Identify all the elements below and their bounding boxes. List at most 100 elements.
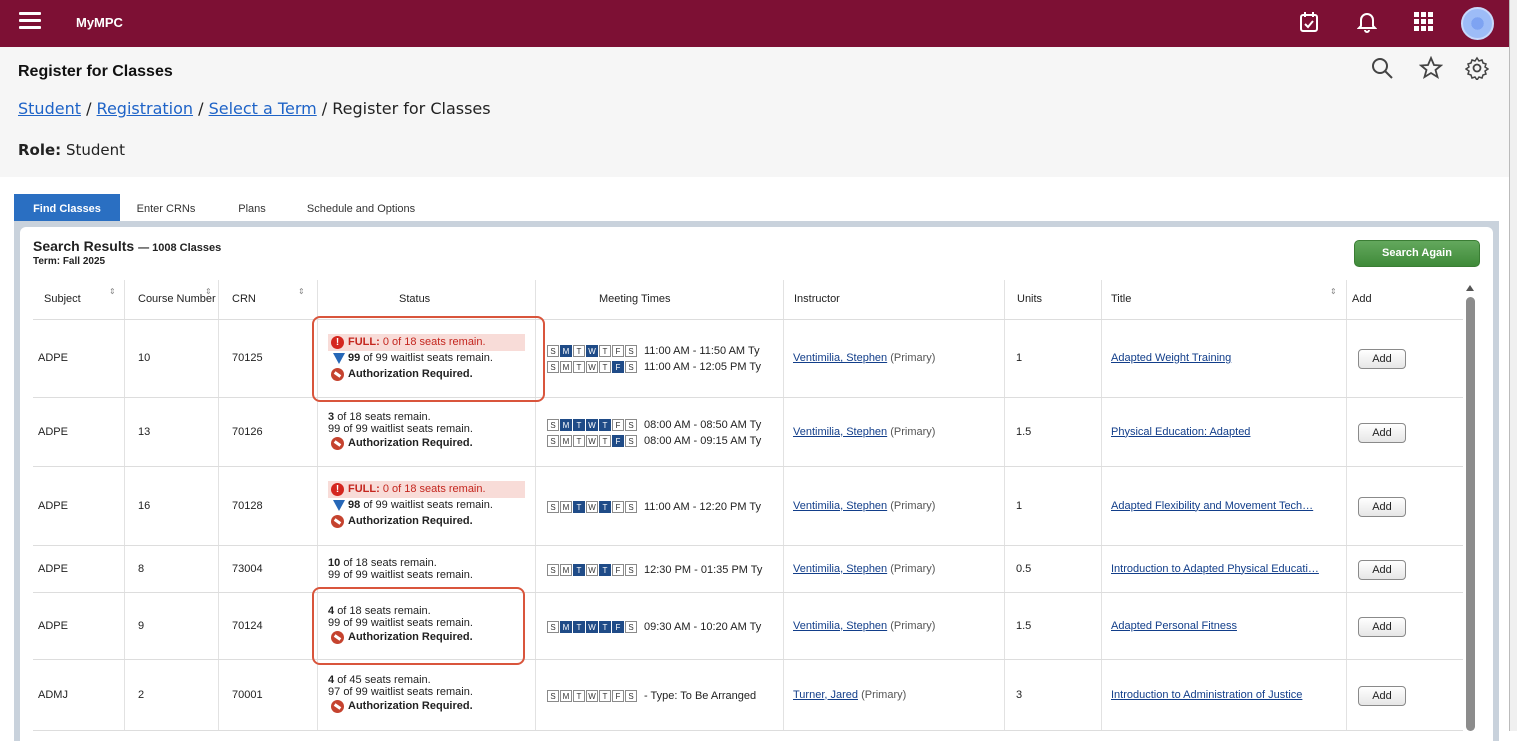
cell-subject: ADPE: [38, 562, 68, 575]
instructor-link[interactable]: Turner, Jared: [793, 689, 858, 701]
day-box: F: [612, 361, 624, 374]
course-title-link[interactable]: Adapted Personal Fitness: [1111, 620, 1237, 632]
day-box: S: [547, 434, 559, 447]
star-icon[interactable]: [1418, 55, 1444, 87]
breadcrumb-registration[interactable]: Registration: [97, 99, 193, 118]
instructor-role: (Primary): [890, 425, 936, 438]
column-header-status: Status: [399, 293, 431, 305]
day-box: W: [586, 563, 598, 576]
course-title-link[interactable]: Adapted Flexibility and Movement Tech…: [1111, 500, 1313, 512]
column-header-crn[interactable]: CRN: [232, 280, 256, 320]
sort-icon[interactable]: ⇕: [109, 287, 116, 296]
cell-title: Adapted Flexibility and Movement Tech…: [1111, 500, 1313, 512]
breadcrumb-select-term[interactable]: Select a Term: [209, 99, 317, 118]
sort-icon[interactable]: ⇕: [205, 287, 212, 296]
tab-enter-crns[interactable]: Enter CRNs: [126, 194, 206, 221]
cell-units: 0.5: [1016, 562, 1032, 575]
day-box: F: [612, 434, 624, 447]
instructor-link[interactable]: Ventimilia, Stephen: [793, 563, 887, 575]
cell-crn: 70126: [232, 425, 263, 438]
add-button[interactable]: Add: [1358, 685, 1406, 706]
waitlist-line: 99 of 99 waitlist seats remain.: [328, 423, 473, 435]
column-header-subject[interactable]: Subject: [44, 280, 81, 320]
day-box: W: [586, 345, 598, 358]
table-row: ADPE 9 70124 4 of 18 seats remain. 99 of 99 …: [33, 593, 1463, 660]
day-box: T: [599, 689, 611, 702]
instructor-link[interactable]: Ventimilia, Stephen: [793, 426, 887, 438]
bell-icon[interactable]: [1356, 11, 1378, 39]
add-button[interactable]: Add: [1358, 616, 1406, 637]
add-button[interactable]: Add: [1358, 496, 1406, 517]
waitlist-number: 99: [328, 568, 341, 581]
cell-status: 10 of 18 seats remain. 99 of 99 waitlist …: [328, 557, 473, 581]
instructor-link[interactable]: Ventimilia, Stephen: [793, 352, 887, 364]
meeting-line: S M T W T F S 12:30 PM - 01:35 PM Ty: [547, 562, 783, 578]
cell-meeting-times: S M T W T F S 08:00 AM - 08:50 AM Ty S M T W T F S 08:0…: [547, 417, 783, 449]
breadcrumb-current: Register for Classes: [332, 99, 491, 118]
table-header: Subject ⇕ Course Number ⇕ CRN ⇕ Status M…: [33, 280, 1463, 320]
instructor-role: (Primary): [861, 688, 907, 701]
role-label: Role:: [18, 141, 62, 159]
avatar[interactable]: [1461, 7, 1494, 40]
meeting-line: S M T W T F S 08:00 AM - 09:15 AM Ty: [547, 433, 783, 449]
table-row: ADMJ 2 70001 4 of 45 seats remain. 97 of 99 …: [33, 660, 1463, 731]
cell-instructor: Ventimilia, Stephen (Primary): [793, 426, 935, 438]
scrollbar-thumb[interactable]: [1466, 297, 1475, 731]
hamburger-menu-icon[interactable]: [19, 12, 41, 30]
app-brand[interactable]: MyMPC: [76, 15, 123, 30]
column-header-title[interactable]: Title: [1111, 280, 1131, 320]
gear-icon[interactable]: [1464, 56, 1490, 87]
cell-subject: ADPE: [38, 499, 68, 512]
cell-units: 1.5: [1016, 619, 1032, 632]
add-button[interactable]: Add: [1358, 349, 1406, 369]
calendar-check-icon[interactable]: [1299, 11, 1319, 39]
course-title-link[interactable]: Physical Education: Adapted: [1111, 426, 1250, 438]
column-header-course-number[interactable]: Course Number: [138, 280, 216, 320]
table-scrollbar[interactable]: [1466, 285, 1475, 731]
cell-title: Physical Education: Adapted: [1111, 426, 1250, 438]
tab-find-classes[interactable]: Find Classes: [14, 194, 120, 221]
waitlist-number: 99: [328, 423, 341, 435]
day-box: M: [560, 563, 572, 576]
instructor-link[interactable]: Ventimilia, Stephen: [793, 620, 887, 632]
sort-icon[interactable]: ⇕: [298, 287, 305, 296]
day-box: T: [599, 361, 611, 374]
breadcrumb-student[interactable]: Student: [18, 99, 81, 118]
course-title-link[interactable]: Introduction to Administration of Justic…: [1111, 689, 1302, 701]
day-box: F: [612, 620, 624, 633]
waitlist-funnel-icon: [333, 500, 345, 511]
cell-meeting-times: SMTWTFS- Type: To Be Arranged: [547, 688, 783, 704]
cell-units: 1.5: [1016, 425, 1032, 438]
search-icon[interactable]: [1370, 56, 1394, 87]
meeting-line: S M T W T F S 11:00 AM - 11:50 AM Ty: [547, 343, 783, 359]
apps-grid-icon[interactable]: [1413, 11, 1433, 37]
table-row: ADPE 13 70126 3 of 18 seats remain. 99 of 99…: [33, 398, 1463, 467]
meeting-line: SMTWTFS- Type: To Be Arranged: [547, 688, 783, 704]
tab-plans[interactable]: Plans: [228, 194, 276, 221]
search-results-title: Search Results — 1008 Classes: [33, 238, 221, 254]
meeting-time: 11:00 AM - 11:50 AM Ty: [644, 345, 760, 358]
cell-units: 3: [1016, 688, 1023, 701]
day-box: T: [599, 418, 611, 431]
instructor-link[interactable]: Ventimilia, Stephen: [793, 500, 887, 512]
scroll-up-arrow-icon[interactable]: [1466, 285, 1474, 291]
sort-icon[interactable]: ⇕: [1330, 287, 1337, 296]
cell-units: 1: [1016, 499, 1023, 512]
cell-course-number: 10: [138, 352, 151, 364]
day-pattern: SMTWTFS: [547, 688, 638, 704]
tab-schedule-options[interactable]: Schedule and Options: [294, 194, 428, 221]
day-box: S: [547, 418, 559, 431]
course-title-link[interactable]: Adapted Weight Training: [1111, 352, 1231, 364]
meeting-time: 11:00 AM - 12:05 PM Ty: [644, 361, 761, 374]
course-title-link[interactable]: Introduction to Adapted Physical Educati…: [1111, 563, 1319, 575]
day-box: T: [573, 418, 585, 431]
role-value: Student: [65, 141, 126, 159]
cell-status: ! FULL: 0 of 18 seats remain. 98 of 99 wai…: [328, 481, 525, 530]
search-again-button[interactable]: Search Again: [1354, 240, 1480, 267]
add-button[interactable]: Add: [1358, 422, 1406, 443]
day-box: W: [586, 500, 598, 513]
day-box: S: [625, 361, 637, 374]
add-button[interactable]: Add: [1358, 559, 1406, 580]
cell-course-number: 16: [138, 499, 151, 512]
table-row: ADPE 16 70128! FULL: 0 of 18 seats remain. 9…: [33, 467, 1463, 546]
